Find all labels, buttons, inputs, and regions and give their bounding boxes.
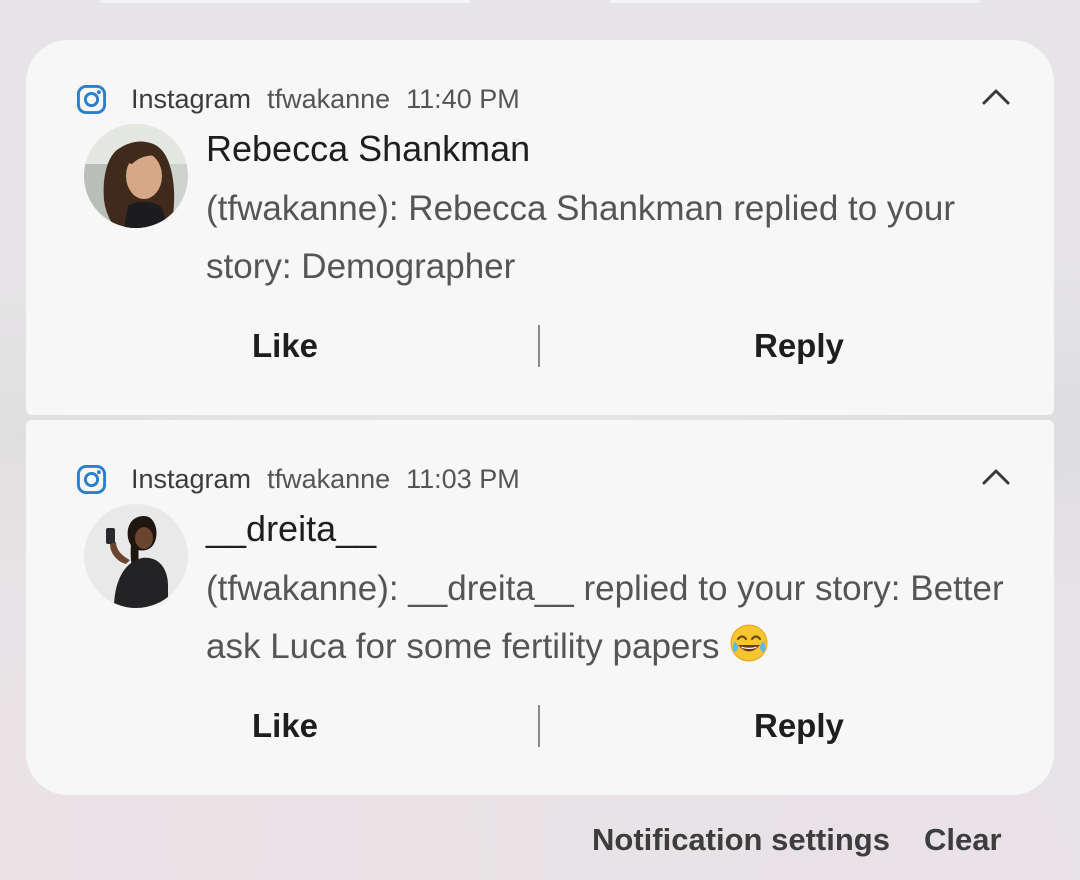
message-text: (tfwakanne): Rebecca Shankman replied to… [206, 189, 956, 286]
chevron-up-icon[interactable] [978, 82, 1014, 112]
reply-button[interactable]: Reply [754, 705, 844, 747]
avatar-image [84, 124, 188, 228]
notification-time: 11:40 PM [406, 83, 520, 114]
reply-button[interactable]: Reply [754, 325, 844, 367]
notification-header: Instagram tfwakanne 11:03 PM [76, 462, 520, 496]
sender-name: Rebecca Shankman [206, 128, 531, 169]
action-divider [538, 705, 540, 747]
status-bar-remnant [0, 0, 1080, 8]
clear-all-button[interactable]: Clear [924, 822, 1002, 858]
notification-card[interactable]: Instagram tfwakanne 11:03 PM __dreita__ … [26, 420, 1054, 795]
app-name: Instagram [131, 463, 252, 494]
notification-card[interactable]: Instagram tfwakanne 11:40 PM Rebecca Sha… [26, 40, 1054, 415]
notification-message: (tfwakanne): Rebecca Shankman replied to… [206, 180, 1026, 296]
like-button[interactable]: Like [252, 705, 318, 747]
notification-actions: Like Reply [26, 705, 1054, 747]
app-name: Instagram [131, 83, 252, 114]
action-divider [538, 325, 540, 367]
avatar-image [84, 504, 188, 608]
message-text: (tfwakanne): __dreita__ replied to your … [206, 569, 1004, 666]
notification-time: 11:03 PM [406, 463, 520, 494]
instagram-icon [76, 84, 107, 114]
notification-settings-button[interactable]: Notification settings [592, 822, 890, 858]
account-name: tfwakanne [267, 463, 391, 494]
avatar[interactable] [84, 124, 188, 228]
avatar[interactable] [84, 504, 188, 608]
notification-actions: Like Reply [26, 325, 1054, 367]
chevron-up-icon[interactable] [978, 462, 1014, 492]
notification-message: (tfwakanne): __dreita__ replied to your … [206, 560, 1026, 676]
notification-header: Instagram tfwakanne 11:40 PM [76, 82, 520, 116]
tears-of-joy-emoji-icon [730, 624, 768, 662]
instagram-icon [76, 464, 107, 494]
like-button[interactable]: Like [252, 325, 318, 367]
sender-name: __dreita__ [206, 508, 377, 549]
account-name: tfwakanne [267, 83, 391, 114]
